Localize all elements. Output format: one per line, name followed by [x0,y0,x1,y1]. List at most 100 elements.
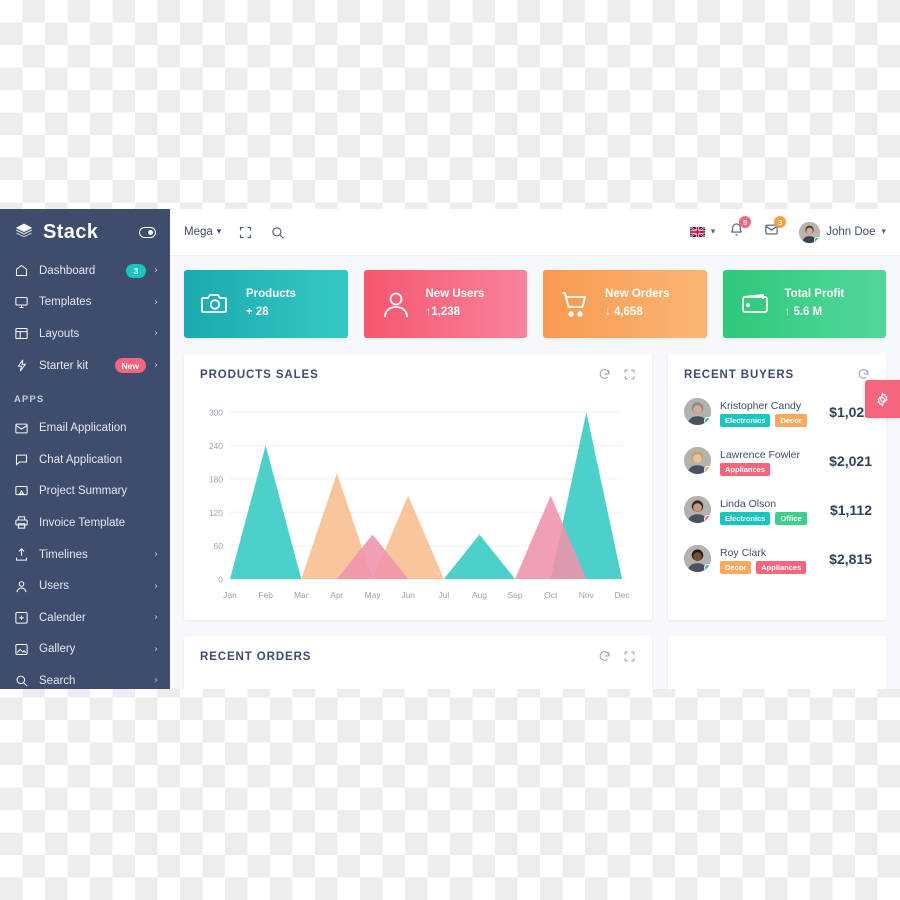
buyer-amount: $2,021 [829,452,872,469]
stat-title: New Orders [605,288,670,301]
stat-card-products[interactable]: Products + 28 [184,270,348,338]
sidebar-item-label: Templates [39,296,92,309]
svg-text:Sep: Sep [508,590,523,600]
page-title: PRODUCTS SALES [200,368,319,381]
chevron-right-icon: › [154,360,158,372]
chevron-down-icon: ▾ [216,227,222,237]
sidebar-item-templates[interactable]: Templates › [0,287,170,319]
user-menu-chevron-down-icon[interactable]: ▾ [881,227,886,237]
status-badge: Office [775,512,807,525]
search-icon[interactable] [270,225,285,240]
svg-text:240: 240 [209,441,223,451]
sidebar-item-layouts[interactable]: Layouts › [0,318,170,350]
projector-icon [15,485,28,496]
avatar[interactable] [684,447,711,474]
chevron-right-icon: › [154,296,158,308]
sidebar-item-invoice-template[interactable]: Invoice Template [0,507,170,539]
sidebar-item-chat-application[interactable]: Chat Application [0,444,170,476]
topbar: Mega ▾ ▾ 5 3 John Doe ▾ [170,209,900,256]
sidebar-item-users[interactable]: Users › [0,570,170,602]
expand-icon[interactable] [623,650,636,663]
buyer-tags: Appliances [720,463,823,476]
buyer-tags: Electronics Decor [720,414,823,427]
svg-text:Aug: Aug [472,590,487,600]
sidebar-item-label: Chat Application [39,453,123,466]
stat-value: + 28 [246,306,269,319]
recent-orders-card: RECENT ORDERS [184,636,652,689]
avatar[interactable] [684,398,711,425]
sidebar-item-starter-kit[interactable]: Starter kit New › [0,350,170,382]
sidebar-item-label: Email Application [39,422,127,435]
user-icon [16,580,27,592]
status-badge: Decor [775,414,807,427]
stat-value: ↑1,238 [425,306,461,319]
online-status-dot [704,417,711,425]
notifications-button[interactable]: 5 [729,216,752,242]
list-item[interactable]: Lawrence Fowler Appliances $2,021 [668,436,886,485]
messages-button[interactable]: 3 [764,216,787,242]
stat-value: ↓ 4,658 [605,306,643,319]
sidebar-item-gallery[interactable]: Gallery › [0,634,170,666]
buyer-name: Lawrence Fowler [720,449,800,461]
list-item[interactable]: Linda Olson Electronics Office $1,112 [668,485,886,534]
cart-icon [562,292,587,317]
sidebar-toggle[interactable] [139,226,156,238]
svg-text:60: 60 [214,541,224,551]
avatar[interactable] [684,496,711,523]
buyer-info: Linda Olson Electronics Office [720,494,824,525]
buyer-info: Kristopher Candy Electronics Decor [720,396,823,427]
user-name-label[interactable]: John Doe [826,226,875,238]
stat-title: Products [246,288,296,301]
buyer-name: Linda Olson [720,498,777,510]
stat-card-new-orders[interactable]: New Orders ↓ 4,658 [543,270,707,338]
avatar[interactable] [799,221,821,243]
sidebar-section-apps: APPS [14,394,45,406]
products-sales-chart: 0 60 120 180 240 300 Jan Feb Mar Apr May Jun Jul Aug S… [184,381,652,614]
chevron-right-icon: › [154,643,158,655]
online-status-dot [704,466,711,474]
page-title: RECENT BUYERS [684,368,795,381]
stat-card-new-users[interactable]: New Users ↑1,238 [363,270,527,338]
list-item[interactable]: Kristopher Candy Electronics Decor $1,021 [668,387,886,436]
list-item[interactable]: Roy Clark Decor Appliances $2,815 [668,534,886,583]
language-chevron-down-icon[interactable]: ▾ [711,227,716,237]
upload-icon [15,548,28,561]
buyer-amount: $2,815 [829,550,872,567]
avatar[interactable] [684,545,711,572]
fullscreen-icon[interactable] [238,225,253,240]
mega-menu-label: Mega [184,226,213,238]
chevron-right-icon: › [154,580,158,592]
notifications-badge: 5 [739,216,752,228]
sidebar-item-label: Project Summary [39,485,128,498]
chevron-right-icon: › [154,549,158,561]
monitor-icon [15,296,28,308]
card-tools [598,368,636,381]
sidebar-item-calender[interactable]: Calender › [0,602,170,634]
calendar-plus-icon [15,612,28,624]
chevron-right-icon: › [154,328,158,340]
chevron-right-icon: › [154,612,158,624]
settings-tab-button[interactable] [865,380,900,418]
chevron-right-icon: › [154,675,158,687]
topbar-right: ▾ 5 3 John Doe ▾ [689,216,886,243]
sidebar-item-project-summary[interactable]: Project Summary [0,476,170,508]
sidebar-item-dashboard[interactable]: Dashboard 3 › [0,255,170,287]
sidebar-item-label: Starter kit [39,359,89,372]
svg-text:120: 120 [209,508,223,518]
mega-menu-button[interactable]: Mega ▾ [184,226,221,238]
image-icon [15,643,28,655]
status-badge: Appliances [720,463,771,476]
refresh-icon[interactable] [598,650,611,663]
expand-icon[interactable] [623,368,636,381]
sidebar-item-timelines[interactable]: Timelines › [0,539,170,571]
svg-text:Apr: Apr [330,590,343,600]
brand-name: Stack [43,220,99,243]
refresh-icon[interactable] [598,368,611,381]
stat-card-total-profit[interactable]: Total Profit ↑ 5.6 M [722,270,886,338]
status-badge: Appliances [756,561,807,574]
sidebar-item-search[interactable]: Search › [0,665,170,689]
brand: Stack [0,209,170,255]
recent-buyers-card: RECENT BUYERS Kristopher Candy Electroni… [668,354,886,620]
uk-flag-icon[interactable] [689,227,705,237]
sidebar-item-email-application[interactable]: Email Application [0,412,170,444]
